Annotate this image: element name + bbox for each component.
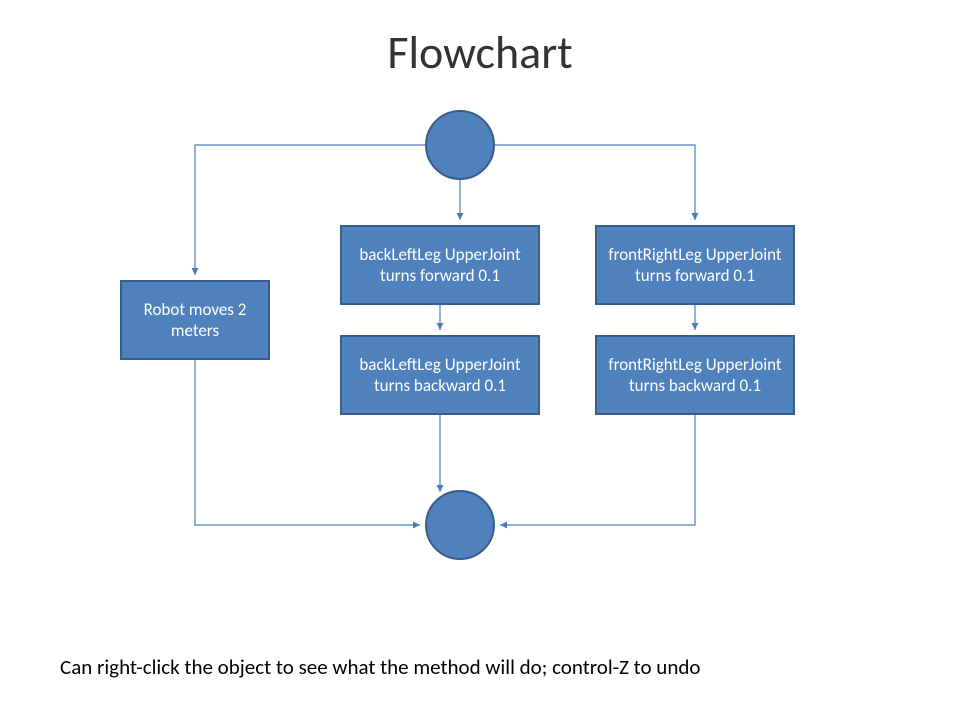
node-backleft-backward: backLeftLeg UpperJoint turns backward 0.… — [340, 335, 540, 415]
flowchart-canvas: Robot moves 2 meters backLeftLeg UpperJo… — [0, 0, 960, 720]
node-robot-moves: Robot moves 2 meters — [120, 280, 270, 360]
node-frontright-forward: frontRightLeg UpperJoint turns forward 0… — [595, 225, 795, 305]
node-frontright-backward: frontRightLeg UpperJoint turns backward … — [595, 335, 795, 415]
caption-text: Can right-click the object to see what t… — [60, 654, 700, 680]
end-node — [425, 490, 495, 560]
edge-rightbottom-to-bottom — [500, 415, 695, 525]
node-backleft-forward: backLeftLeg UpperJoint turns forward 0.1 — [340, 225, 540, 305]
edge-top-to-righttop — [495, 145, 695, 220]
start-node — [425, 110, 495, 180]
